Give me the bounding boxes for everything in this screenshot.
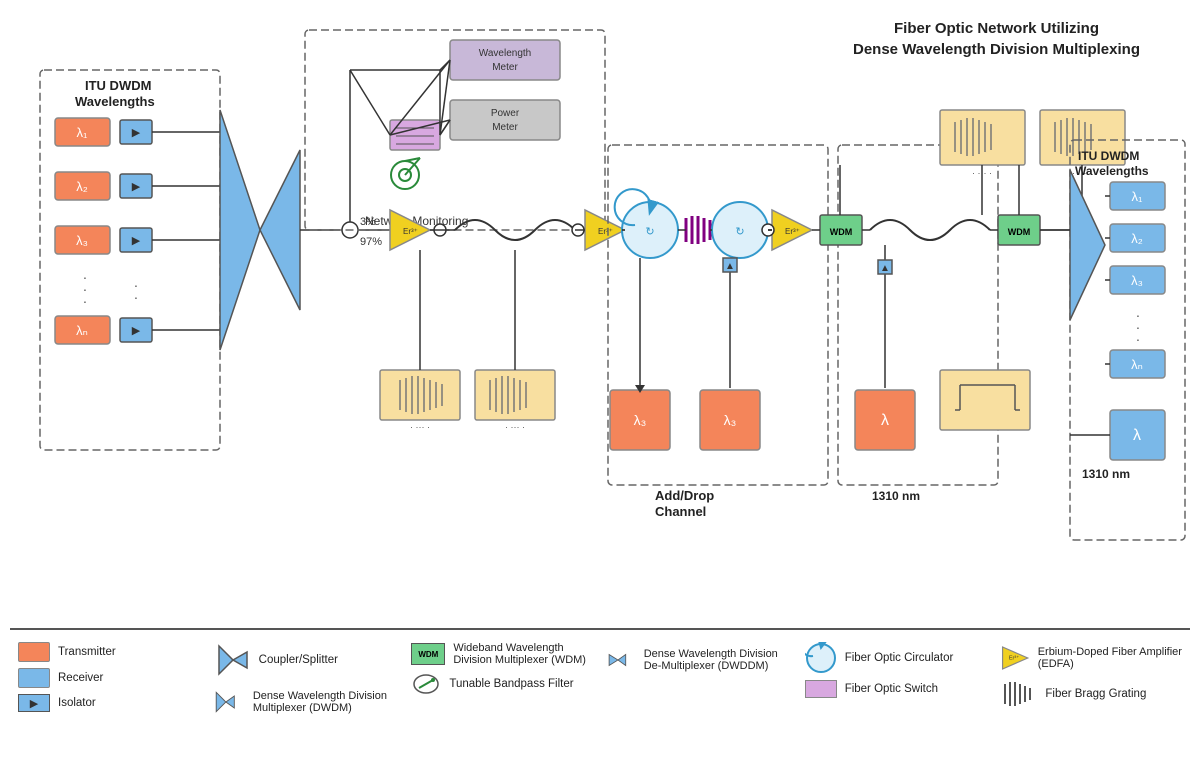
svg-text:↻: ↻: [735, 226, 744, 238]
svg-text:λ₁: λ₁: [77, 125, 89, 140]
switch-label: Fiber Optic Switch: [845, 683, 938, 695]
bragg-icon: [1001, 680, 1037, 708]
diagram-area: ITU DWDM Wavelengths λ₁ ▶ λ₂ ▶ λ₃ ▶ ·: [10, 10, 1190, 620]
isolator-label: Isolator: [58, 697, 96, 709]
svg-text:λ: λ: [1133, 427, 1141, 444]
legend-col-3: WDM Wideband Wavelength Division Multipl…: [403, 638, 600, 768]
transmitter-icon: [18, 642, 50, 662]
wdm-icon: WDM: [411, 643, 445, 665]
svg-text:Wavelength: Wavelength: [479, 48, 531, 59]
transmitter-label: Transmitter: [58, 646, 116, 658]
svg-text:λₙ: λₙ: [1131, 357, 1143, 372]
coupler-icon: [215, 642, 251, 678]
svg-text:Wavelengths: Wavelengths: [1075, 164, 1149, 178]
legend-dwdm: Dense Wavelength Division Multiplexer (D…: [215, 684, 396, 720]
legend-col-6: Er³⁺ Erbium-Doped Fiber Amplifier (EDFA)…: [993, 638, 1190, 768]
legend-receiver: Receiver: [18, 668, 199, 688]
svg-text:ITU DWDM: ITU DWDM: [1078, 149, 1139, 163]
svg-text:λ₃: λ₃: [1131, 273, 1143, 288]
edfa-label: Erbium-Doped Fiber Amplifier (EDFA): [1038, 646, 1182, 670]
svg-text:· ··· ·: · ··· ·: [410, 422, 430, 432]
svg-text:λ₃: λ₃: [634, 412, 647, 428]
legend-col-5: Fiber Optic Circulator Fiber Optic Switc…: [797, 638, 994, 768]
switch-icon: [805, 680, 837, 698]
legend-bragg: Fiber Bragg Grating: [1001, 680, 1182, 708]
edfa-icon: Er³⁺: [1001, 642, 1029, 674]
circulator-label: Fiber Optic Circulator: [845, 652, 954, 664]
svg-text:ITU DWDM: ITU DWDM: [85, 78, 151, 93]
svg-text:1310 nm: 1310 nm: [872, 489, 920, 503]
svg-text:λ₂: λ₂: [1131, 231, 1143, 246]
svg-text:Er³⁺: Er³⁺: [598, 227, 613, 236]
svg-text:λ₁: λ₁: [1132, 189, 1144, 204]
bandpass-icon: [411, 672, 441, 696]
legend-wdm: WDM Wideband Wavelength Division Multipl…: [411, 642, 592, 666]
svg-text:1310 nm: 1310 nm: [1082, 467, 1130, 481]
legend-isolator: Isolator: [18, 694, 199, 712]
legend-col-1: Transmitter Receiver Isolator: [10, 638, 207, 768]
svg-text:▶: ▶: [132, 181, 141, 193]
legend-col-2: Coupler/Splitter Dense Wavelength Divisi…: [207, 638, 404, 768]
legend-bandpass: Tunable Bandpass Filter: [411, 672, 592, 696]
svg-text:WDM: WDM: [1008, 227, 1031, 237]
svg-text:λ₃: λ₃: [76, 233, 88, 248]
svg-text:Meter: Meter: [492, 122, 518, 133]
svg-text:Add/Drop: Add/Drop: [655, 488, 714, 503]
dwdm-icon: [215, 684, 245, 720]
legend-area: Transmitter Receiver Isolator: [10, 628, 1190, 768]
isolator-icon: [18, 694, 50, 712]
svg-text:·: ·: [83, 293, 88, 309]
coupler-label: Coupler/Splitter: [259, 654, 338, 666]
receiver-icon: [18, 668, 50, 688]
svg-text:Wavelengths: Wavelengths: [75, 94, 155, 109]
svg-text:λₙ: λₙ: [76, 323, 88, 338]
svg-text:Power: Power: [491, 108, 520, 119]
diagram-svg: ITU DWDM Wavelengths λ₁ ▶ λ₂ ▶ λ₃ ▶ ·: [10, 10, 1190, 620]
circulator-icon: [805, 642, 837, 674]
svg-text:▲: ▲: [725, 261, 735, 272]
svg-text:↻: ↻: [645, 226, 654, 238]
wdm-label: Wideband Wavelength Division Multiplexer…: [453, 642, 592, 666]
dense-demux-icon: [608, 642, 636, 678]
svg-text:· ··· ·: · ··· ·: [505, 422, 525, 432]
svg-text:λ: λ: [881, 412, 889, 429]
main-container: Fiber Optic Network Utilizing Dense Wave…: [0, 0, 1200, 776]
svg-text:▲: ▲: [880, 263, 890, 274]
svg-text:97%: 97%: [360, 236, 382, 248]
svg-text:Meter: Meter: [492, 62, 518, 73]
dense-demux-label: Dense Wavelength Division De-Multiplexer…: [644, 648, 789, 672]
svg-text:▶: ▶: [132, 127, 141, 139]
svg-text:Er³⁺: Er³⁺: [785, 227, 800, 236]
dwdm-label: Dense Wavelength Division Multiplexer (D…: [253, 690, 396, 714]
svg-text:Er³⁺: Er³⁺: [1009, 655, 1019, 662]
bragg-label: Fiber Bragg Grating: [1045, 688, 1146, 700]
legend-dense-demux: Dense Wavelength Division De-Multiplexer…: [608, 642, 789, 678]
legend-coupler: Coupler/Splitter: [215, 642, 396, 678]
receiver-label: Receiver: [58, 672, 103, 684]
legend-circulator: Fiber Optic Circulator: [805, 642, 986, 674]
svg-text:λ₃: λ₃: [724, 412, 737, 428]
legend-transmitter: Transmitter: [18, 642, 199, 662]
svg-text:WDM: WDM: [830, 227, 853, 237]
bandpass-label: Tunable Bandpass Filter: [449, 678, 573, 690]
svg-text:λ₂: λ₂: [76, 179, 88, 194]
legend-col-4: Dense Wavelength Division De-Multiplexer…: [600, 638, 797, 768]
svg-text:Channel: Channel: [655, 504, 706, 519]
svg-text:Er³⁺: Er³⁺: [403, 227, 418, 236]
legend-switch: Fiber Optic Switch: [805, 680, 986, 698]
svg-text:·: ·: [134, 289, 139, 305]
svg-text:▶: ▶: [132, 325, 141, 337]
svg-text:▶: ▶: [132, 235, 141, 247]
svg-text:·: ·: [1136, 331, 1141, 347]
legend-edfa: Er³⁺ Erbium-Doped Fiber Amplifier (EDFA): [1001, 642, 1182, 674]
